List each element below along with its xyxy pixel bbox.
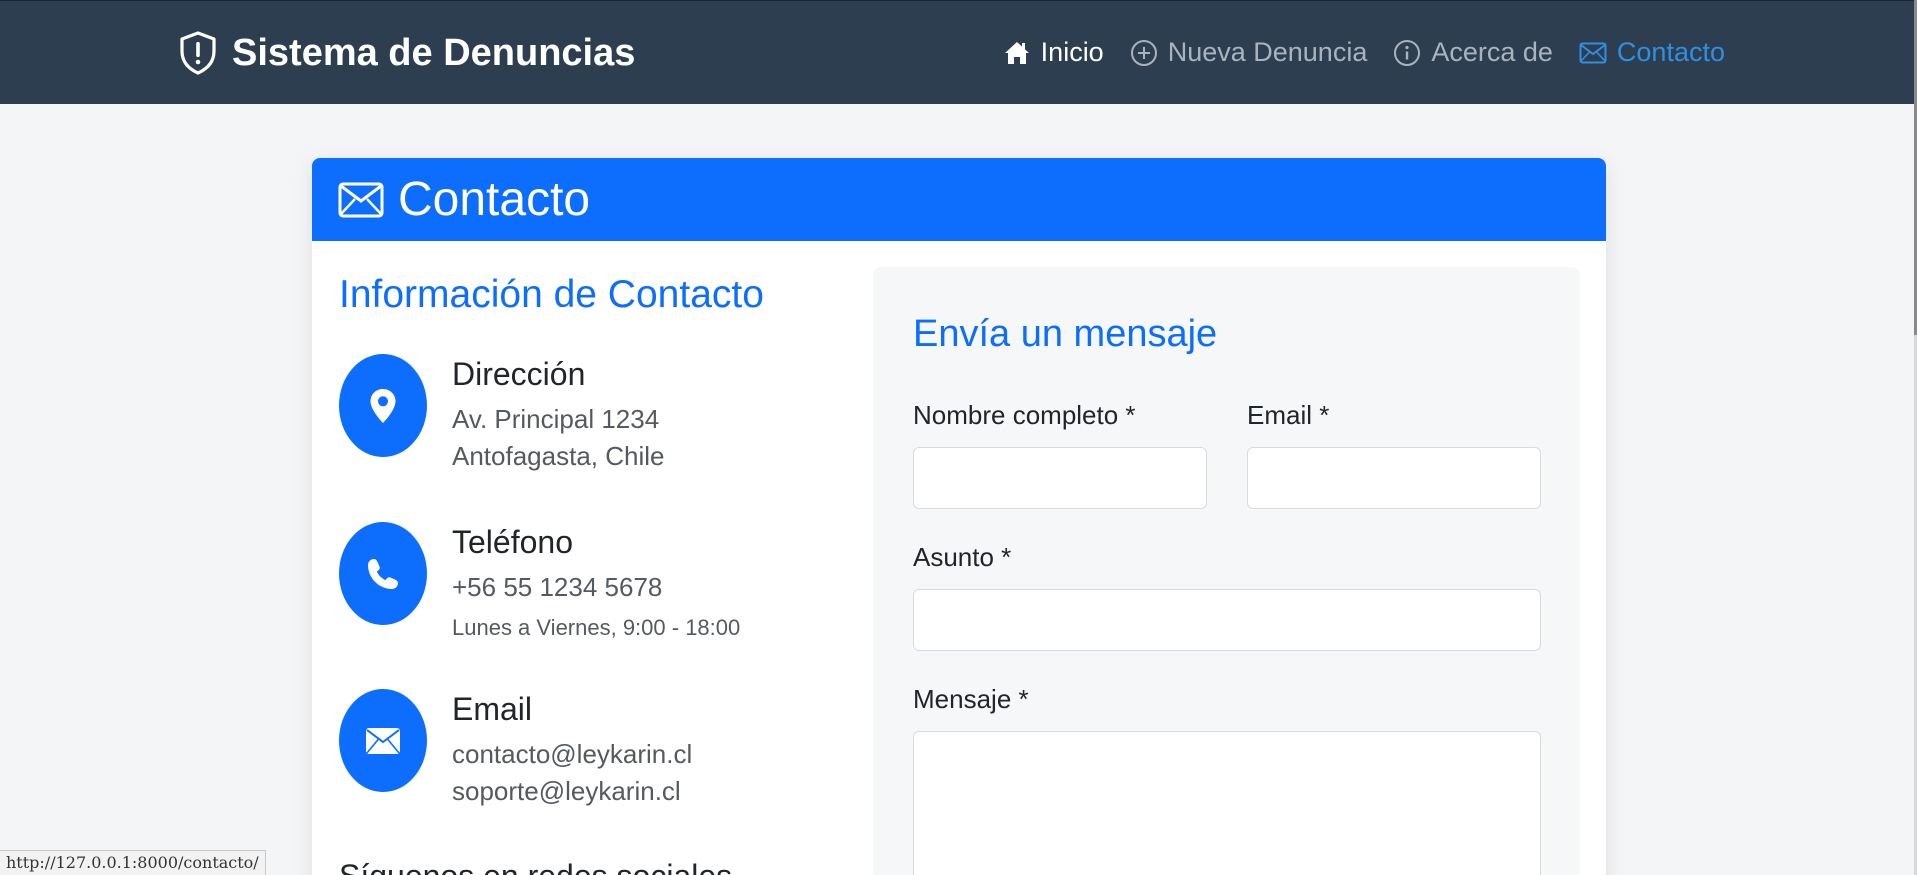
- nav-item-label: Acerca de: [1431, 37, 1553, 67]
- envelope-icon: [366, 727, 400, 754]
- direccion-line-1: Av. Principal 1234: [452, 404, 660, 434]
- contact-form-panel: Envía un mensaje Nombre completo * Email…: [873, 267, 1580, 875]
- nav-item-label: Inicio: [1040, 37, 1104, 67]
- top-navbar: Sistema de Denuncias Inicio Nueva Denunc…: [0, 0, 1917, 104]
- email-input[interactable]: [1247, 447, 1541, 509]
- nav-menu: Inicio Nueva Denuncia Acerca de Contacto: [977, 37, 1725, 68]
- card-header: Contacto: [312, 158, 1606, 241]
- location-icon-circle: [339, 354, 427, 457]
- brand-link[interactable]: Sistema de Denuncias: [178, 31, 635, 75]
- nav-item-contacto[interactable]: Contacto: [1579, 37, 1725, 68]
- status-bar-url: http://127.0.0.1:8000/contacto/: [0, 850, 266, 875]
- direccion-heading: Dirección: [452, 356, 586, 392]
- nav-item-nueva-denuncia[interactable]: Nueva Denuncia: [1130, 37, 1368, 68]
- phone-icon-circle: [339, 522, 427, 625]
- nav-item-label: Contacto: [1616, 37, 1725, 67]
- asunto-label: Asunto *: [913, 542, 1012, 572]
- home-icon: [1004, 41, 1029, 64]
- email-icon-circle: [339, 689, 427, 792]
- nombre-input[interactable]: [913, 447, 1207, 509]
- info-item-email: Email contacto@leykarin.cl soporte@leyka…: [339, 689, 819, 829]
- envelope-icon: [1579, 42, 1607, 63]
- email-label: Email *: [1247, 400, 1330, 430]
- mensaje-label: Mensaje *: [913, 684, 1029, 714]
- telefono-line-1: +56 55 1234 5678: [452, 572, 663, 602]
- email-link-soporte[interactable]: soporte@leykarin.cl: [452, 776, 692, 807]
- telefono-hours: Lunes a Viernes, 9:00 - 18:00: [452, 615, 741, 640]
- email-link-contacto[interactable]: contacto@leykarin.cl: [452, 739, 692, 770]
- phone-icon: [368, 558, 398, 589]
- shield-exclamation-icon: [178, 31, 218, 75]
- nombre-label: Nombre completo *: [913, 400, 1136, 430]
- info-title: Información de Contacto: [339, 273, 764, 316]
- asunto-input[interactable]: [913, 589, 1541, 651]
- info-item-direccion: Dirección Av. Principal 1234 Antofagasta…: [339, 354, 819, 494]
- nav-item-inicio[interactable]: Inicio: [1003, 37, 1104, 68]
- card-title: Contacto: [398, 173, 591, 226]
- mensaje-textarea[interactable]: [913, 731, 1541, 875]
- brand-title: Sistema de Denuncias: [232, 31, 636, 74]
- telefono-heading: Teléfono: [452, 524, 573, 560]
- plus-circle-icon: [1130, 39, 1157, 66]
- contact-card: Contacto Información de Contacto Direcci…: [312, 158, 1606, 875]
- info-item-telefono: Teléfono +56 55 1234 5678 Lunes a Vierne…: [339, 522, 819, 662]
- social-title: Síguenos en redes sociales: [339, 858, 732, 875]
- map-pin-icon: [370, 388, 396, 423]
- envelope-icon: [338, 182, 384, 217]
- form-title: Envía un mensaje: [913, 313, 1218, 355]
- info-circle-icon: [1394, 39, 1421, 66]
- nav-item-label: Nueva Denuncia: [1167, 37, 1368, 67]
- direccion-line-2: Antofagasta, Chile: [452, 441, 665, 471]
- nav-item-acerca-de[interactable]: Acerca de: [1393, 37, 1553, 68]
- email-heading: Email: [452, 691, 533, 727]
